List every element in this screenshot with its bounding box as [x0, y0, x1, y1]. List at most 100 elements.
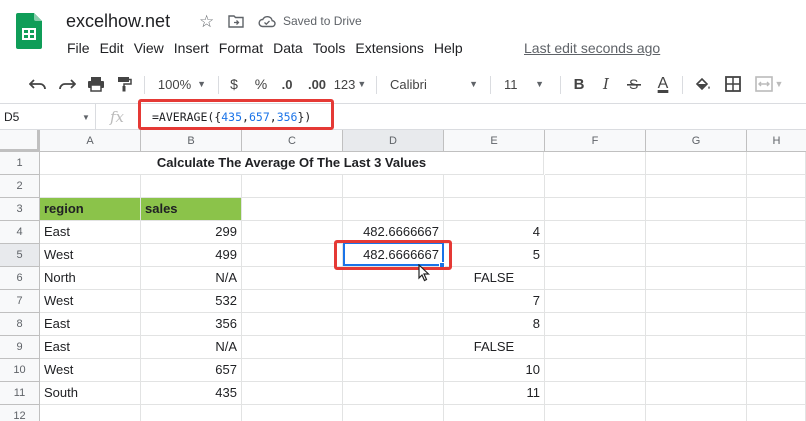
cell-b10[interactable]: 657 [141, 359, 242, 382]
paint-format-button[interactable] [112, 64, 136, 104]
cell-b6[interactable]: N/A [141, 267, 242, 290]
select-all-corner[interactable] [0, 130, 40, 152]
cell-g7[interactable] [646, 290, 747, 313]
text-color-button[interactable]: A [652, 64, 674, 104]
cell-e6[interactable]: FALSE [444, 267, 545, 290]
cell-b3[interactable]: sales [141, 198, 242, 221]
italic-button[interactable]: I [596, 64, 616, 104]
cell-d9[interactable] [343, 336, 444, 359]
cell-h2[interactable] [747, 175, 806, 198]
column-header-d[interactable]: D [343, 130, 444, 152]
cell-f11[interactable] [545, 382, 646, 405]
borders-button[interactable] [722, 64, 744, 104]
cell-a8[interactable]: East [40, 313, 141, 336]
cell-b11[interactable]: 435 [141, 382, 242, 405]
cell-e12[interactable] [444, 405, 545, 421]
font-select[interactable]: Calibri ▼ [384, 64, 484, 104]
decrease-decimal-button[interactable]: .0 [276, 64, 298, 104]
cell-b5[interactable]: 499 [141, 244, 242, 267]
chevron-down-icon[interactable]: ▼ [82, 113, 90, 122]
column-header-g[interactable]: G [646, 130, 747, 152]
cell-e5[interactable]: 5 [444, 244, 545, 267]
cell-a6[interactable]: North [40, 267, 141, 290]
cell-h6[interactable] [747, 267, 806, 290]
cell-f9[interactable] [545, 336, 646, 359]
cell-d3[interactable] [343, 198, 444, 221]
more-formats-button[interactable]: 123 ▼ [333, 64, 367, 104]
cell-e11[interactable]: 11 [444, 382, 545, 405]
cell-b9[interactable]: N/A [141, 336, 242, 359]
column-header-c[interactable]: C [242, 130, 343, 152]
cell-d11[interactable] [343, 382, 444, 405]
star-icon[interactable]: ☆ [199, 12, 214, 32]
cell-c3[interactable] [242, 198, 343, 221]
cell-g10[interactable] [646, 359, 747, 382]
cell-h4[interactable] [747, 221, 806, 244]
last-edit-link[interactable]: Last edit seconds ago [524, 40, 660, 56]
menu-insert[interactable]: Insert [169, 40, 214, 56]
cell-c2[interactable] [242, 175, 343, 198]
redo-button[interactable] [55, 64, 79, 104]
row-header-7[interactable]: 7 [0, 290, 40, 313]
cell-a5[interactable]: West [40, 244, 141, 267]
row-header-5[interactable]: 5 [0, 244, 40, 267]
cell-g1[interactable] [646, 152, 747, 175]
cell-e9[interactable]: FALSE [444, 336, 545, 359]
cell-b7[interactable]: 532 [141, 290, 242, 313]
cell-g2[interactable] [646, 175, 747, 198]
currency-button[interactable]: $ [224, 64, 244, 104]
cell-a12[interactable] [40, 405, 141, 421]
cell-a3[interactable]: region [40, 198, 141, 221]
cell-h9[interactable] [747, 336, 806, 359]
cell-c9[interactable] [242, 336, 343, 359]
cell-c5[interactable] [242, 244, 343, 267]
cell-c7[interactable] [242, 290, 343, 313]
cell-f6[interactable] [545, 267, 646, 290]
cell-e2[interactable] [444, 175, 545, 198]
cell-e10[interactable]: 10 [444, 359, 545, 382]
cell-d2[interactable] [343, 175, 444, 198]
cell-a11[interactable]: South [40, 382, 141, 405]
row-header-1[interactable]: 1 [0, 152, 40, 175]
strikethrough-button[interactable]: S [624, 64, 644, 104]
increase-decimal-button[interactable]: .00 [304, 64, 330, 104]
cell-e3[interactable] [444, 198, 545, 221]
undo-button[interactable] [26, 64, 50, 104]
print-button[interactable] [84, 64, 108, 104]
cell-g6[interactable] [646, 267, 747, 290]
cell-f5[interactable] [545, 244, 646, 267]
row-header-6[interactable]: 6 [0, 267, 40, 290]
cell-h10[interactable] [747, 359, 806, 382]
cell-b8[interactable]: 356 [141, 313, 242, 336]
zoom-select[interactable]: 100% ▼ [152, 64, 212, 104]
cell-d7[interactable] [343, 290, 444, 313]
cell-g5[interactable] [646, 244, 747, 267]
move-to-folder-icon[interactable] [228, 14, 244, 28]
cell-h7[interactable] [747, 290, 806, 313]
cell-h11[interactable] [747, 382, 806, 405]
cell-a2[interactable] [40, 175, 141, 198]
row-header-11[interactable]: 11 [0, 382, 40, 405]
cell-c4[interactable] [242, 221, 343, 244]
menu-extensions[interactable]: Extensions [350, 40, 428, 56]
menu-edit[interactable]: Edit [95, 40, 129, 56]
cell-f7[interactable] [545, 290, 646, 313]
cell-a4[interactable]: East [40, 221, 141, 244]
fill-color-button[interactable] [692, 64, 714, 104]
row-header-3[interactable]: 3 [0, 198, 40, 221]
cell-h5[interactable] [747, 244, 806, 267]
cell-d8[interactable] [343, 313, 444, 336]
menu-data[interactable]: Data [268, 40, 308, 56]
column-header-a[interactable]: A [40, 130, 141, 152]
cell-a7[interactable]: West [40, 290, 141, 313]
cell-f1[interactable] [545, 152, 646, 175]
cell-c11[interactable] [242, 382, 343, 405]
cell-h8[interactable] [747, 313, 806, 336]
cloud-saved-icon[interactable] [258, 14, 276, 28]
percent-button[interactable]: % [251, 64, 271, 104]
cell-d10[interactable] [343, 359, 444, 382]
row-header-10[interactable]: 10 [0, 359, 40, 382]
cell-b2[interactable] [141, 175, 242, 198]
row-header-9[interactable]: 9 [0, 336, 40, 359]
cell-b4[interactable]: 299 [141, 221, 242, 244]
